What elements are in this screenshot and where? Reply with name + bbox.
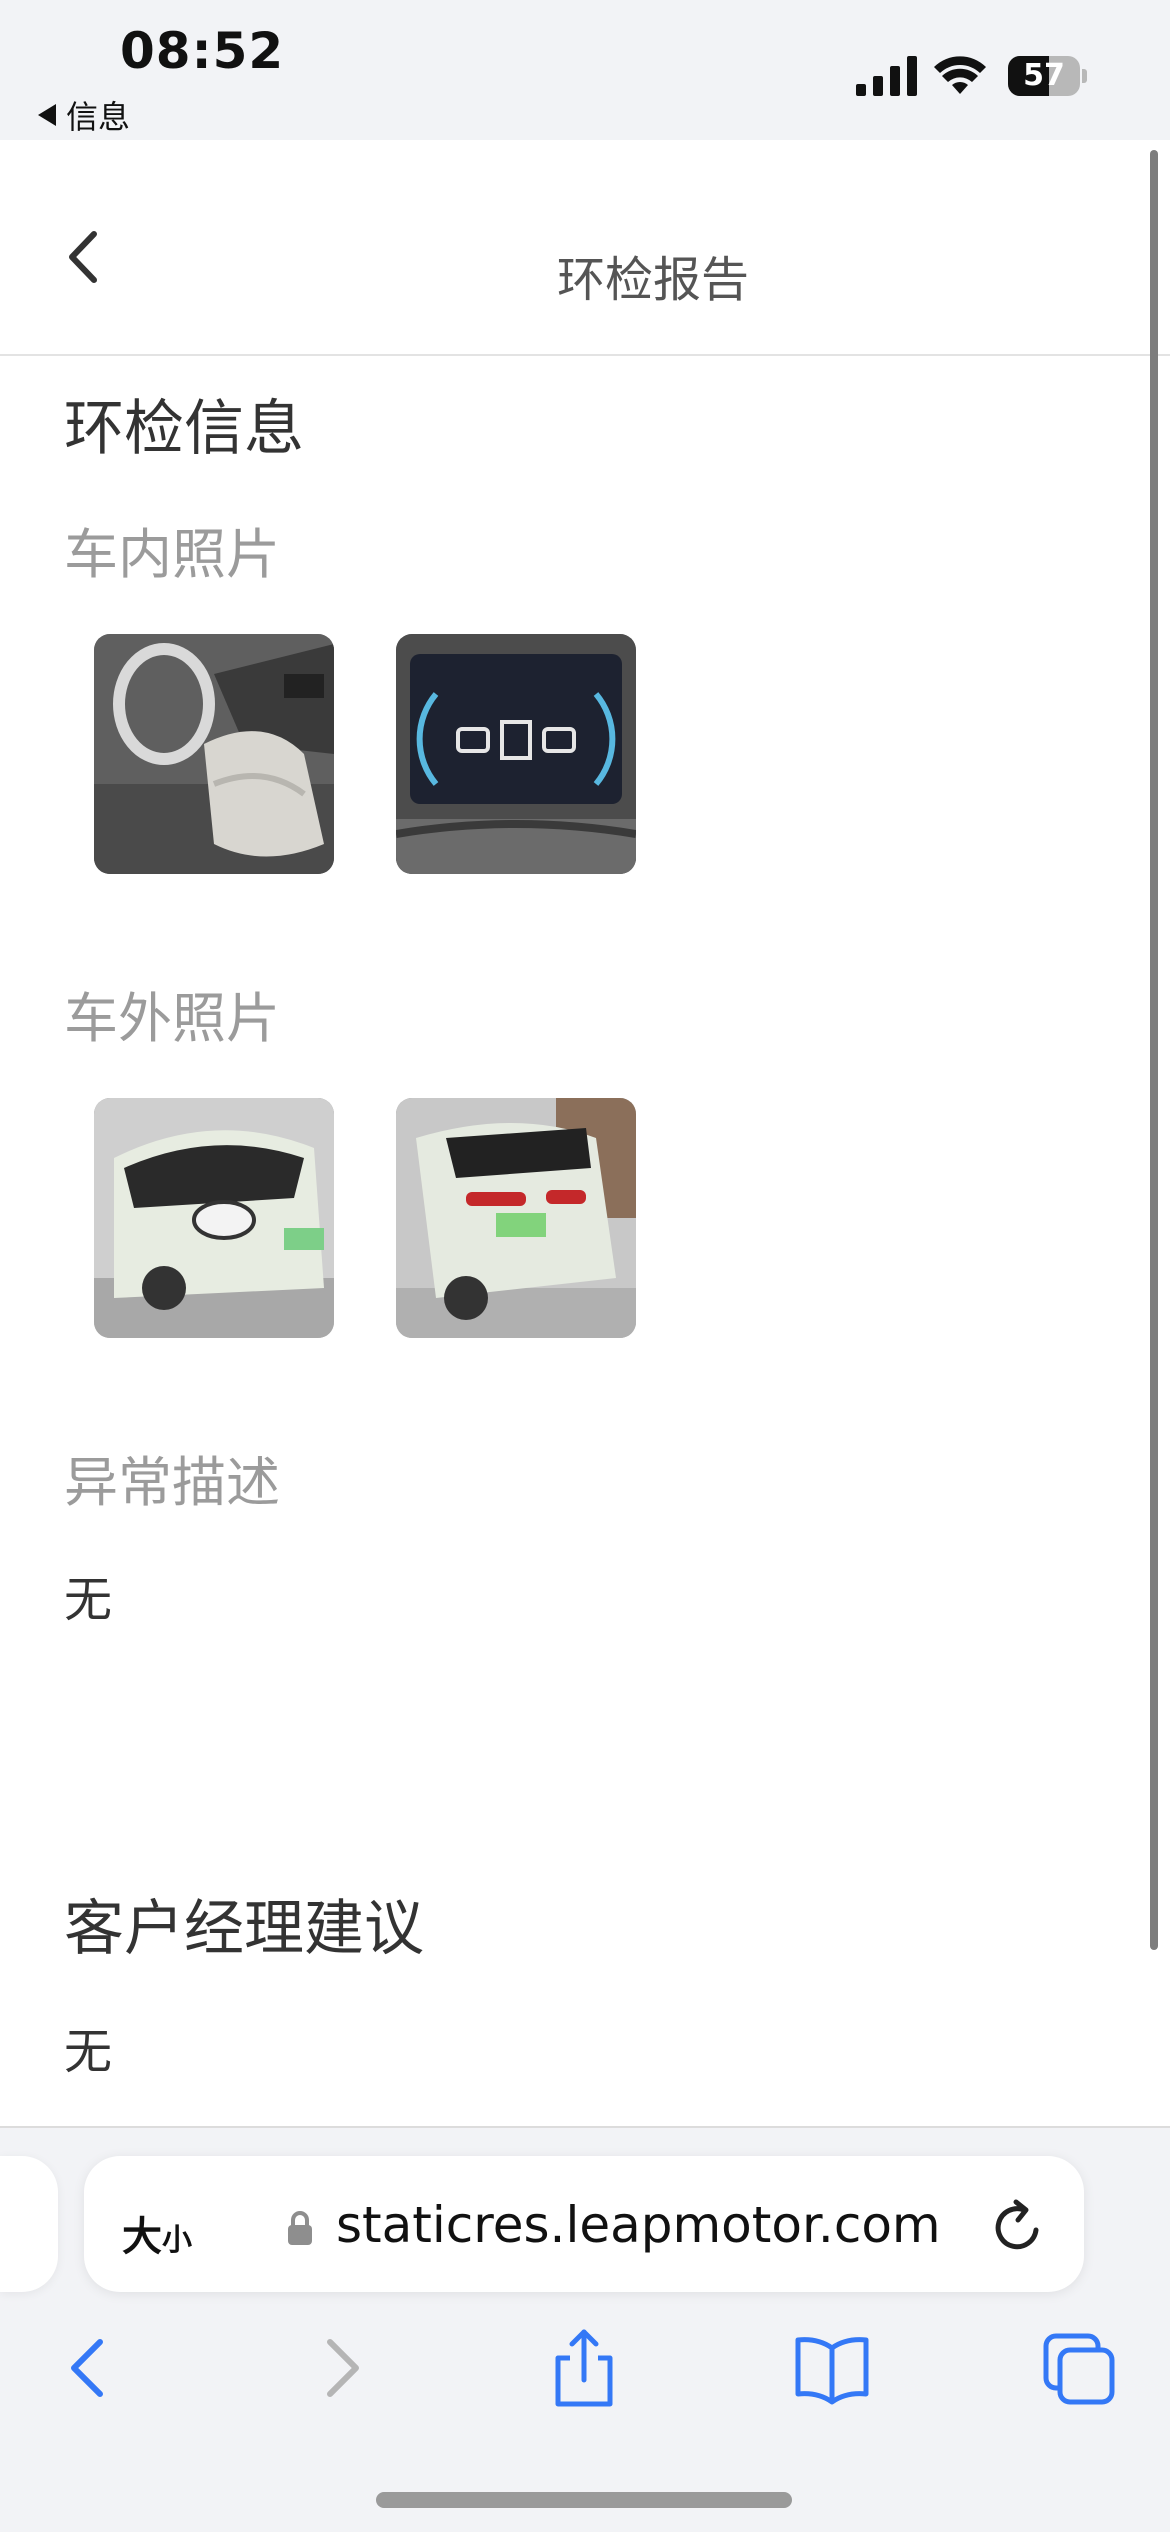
label-abnormal-description: 异常描述 [64, 1451, 280, 1514]
previous-tab-edge[interactable] [0, 2156, 58, 2292]
scrollbar[interactable] [1150, 150, 1158, 1950]
abnormal-description-value: 无 [64, 1572, 113, 1628]
url-text[interactable]: staticres.leapmotor.com [336, 2196, 941, 2254]
label-exterior-photos: 车外照片 [64, 987, 280, 1050]
car-rear-exterior-photo[interactable] [396, 1098, 636, 1338]
tabs-icon[interactable] [1042, 2328, 1118, 2408]
back-triangle-icon [38, 104, 56, 126]
battery-body: 57 [1008, 56, 1080, 96]
reload-icon[interactable] [990, 2196, 1046, 2254]
car-rear-exterior-photo-image [396, 1098, 636, 1338]
car-interior-seat-photo[interactable] [94, 634, 334, 874]
home-indicator[interactable] [376, 2492, 792, 2508]
wifi-icon [934, 56, 986, 94]
share-icon[interactable] [552, 2328, 616, 2408]
manager-advice-value: 无 [64, 2024, 113, 2080]
status-time: 08:52 [120, 22, 285, 80]
car-interior-seat-photo-image [94, 634, 334, 874]
lock-icon [288, 2211, 312, 2245]
dashboard-display-photo[interactable] [396, 634, 636, 874]
page-header: 环检报告 [0, 140, 1170, 356]
section-title-manager-advice: 客户经理建议 [64, 1894, 424, 1964]
battery-nub [1082, 69, 1087, 83]
cellular-signal-icon [856, 56, 917, 96]
text-size-small: 小 [162, 2223, 192, 2258]
car-front-exterior-photo[interactable] [94, 1098, 334, 1338]
address-bar[interactable]: 大小 staticres.leapmotor.com [84, 2156, 1084, 2292]
text-size-big: 大 [122, 2214, 162, 2260]
section-title-inspection-info: 环检信息 [64, 394, 304, 464]
battery-level: 57 [1023, 58, 1065, 93]
page-title: 环检报告 [556, 252, 749, 308]
bookmarks-icon[interactable] [792, 2328, 872, 2408]
back-to-app-link[interactable]: 信息 [38, 92, 130, 138]
browser-back-icon[interactable] [60, 2328, 120, 2408]
browser-toolbar: 大小 staticres.leapmotor.com [0, 2126, 1170, 2532]
car-front-exterior-photo-image [94, 1098, 334, 1338]
status-bar: 08:52 信息 57 [0, 0, 1170, 140]
label-interior-photos: 车内照片 [64, 523, 280, 586]
browser-forward-icon[interactable] [310, 2328, 370, 2408]
text-size-button[interactable]: 大小 [122, 2204, 192, 2262]
battery-icon: 57 [1008, 56, 1087, 96]
dashboard-display-photo-image [396, 634, 636, 874]
back-app-label: 信息 [66, 98, 131, 136]
